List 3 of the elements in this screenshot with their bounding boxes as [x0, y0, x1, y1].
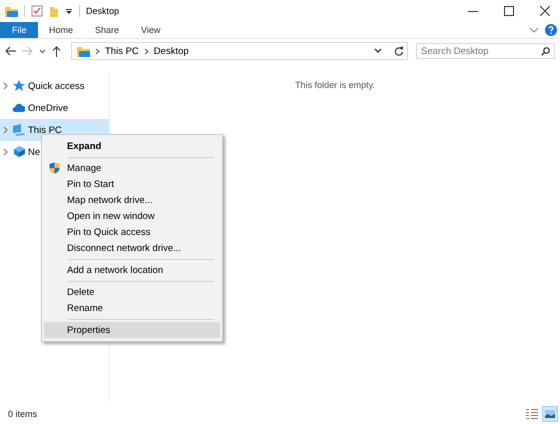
item-count: 0 items	[8, 409, 38, 419]
empty-folder-message: This folder is empty.	[295, 80, 375, 90]
window-title: Desktop	[86, 6, 120, 16]
